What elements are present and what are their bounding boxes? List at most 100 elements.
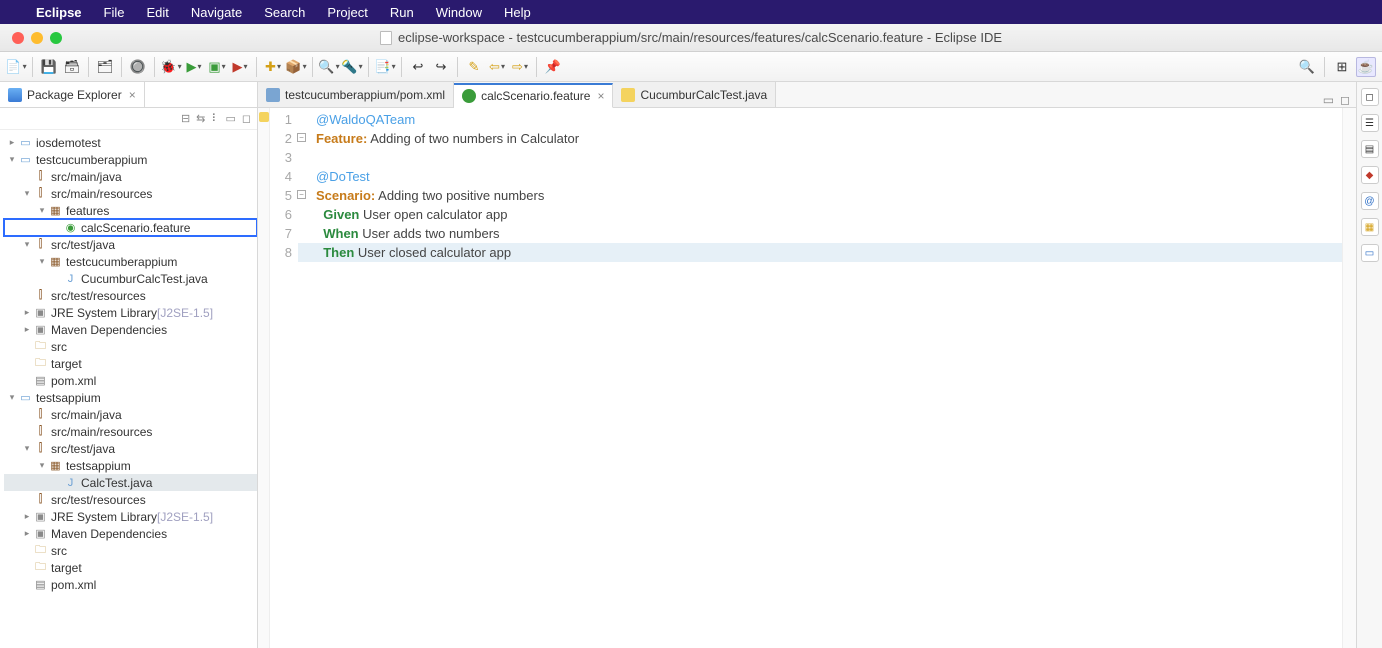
outline-view-button[interactable]: ☰ (1361, 114, 1379, 132)
fold-toggle[interactable]: − (297, 133, 306, 142)
code-line-8[interactable]: Then User closed calculator app (298, 243, 1342, 262)
open-type-button[interactable]: 🔍 (319, 57, 339, 77)
project-testcucumberappium[interactable]: ▾▭testcucumberappium (4, 151, 257, 168)
new-package-button[interactable]: 📦 (286, 57, 306, 77)
menu-window[interactable]: Window (436, 5, 482, 20)
toggle-mark-button[interactable]: 📑 (375, 57, 395, 77)
external-tools-button[interactable]: ▶ (230, 57, 250, 77)
editor-tab-cucumburcalctest-java[interactable]: CucumburCalcTest.java (613, 82, 776, 107)
tree-twisty[interactable]: ▾ (21, 239, 33, 250)
skip-breakpoints-button[interactable]: 🔘 (128, 57, 148, 77)
tree-item-pom-xml[interactable]: ▤pom.xml (4, 576, 257, 593)
menu-project[interactable]: Project (327, 5, 367, 20)
code-line-4[interactable]: @DoTest (316, 167, 1342, 186)
minimize-editor-button[interactable]: ▭ (1323, 93, 1334, 107)
tree-item-src-main-java[interactable]: ⫿src/main/java (4, 168, 257, 185)
next-annotation-button[interactable]: ↪ (431, 57, 451, 77)
prev-annotation-button[interactable]: ↩ (408, 57, 428, 77)
tree-item-src-main-resources[interactable]: ▾⫿src/main/resources (4, 185, 257, 202)
tree-item-src[interactable]: 🗀src (4, 338, 257, 355)
tree-item-src-main-resources[interactable]: ⫿src/main/resources (4, 423, 257, 440)
code-line-7[interactable]: When User adds two numbers (316, 224, 1342, 243)
bookmark-view-button[interactable]: ◆ (1361, 166, 1379, 184)
last-edit-button[interactable]: ✎ (464, 57, 484, 77)
open-perspective-button[interactable]: ⊞ (1332, 57, 1352, 77)
coverage-button[interactable]: ▣ (207, 57, 227, 77)
tree-item-pom-xml[interactable]: ▤pom.xml (4, 372, 257, 389)
menu-help[interactable]: Help (504, 5, 531, 20)
code-line-1[interactable]: @WaldoQATeam (316, 110, 1342, 129)
fold-toggle[interactable]: − (297, 190, 306, 199)
app-menu[interactable]: Eclipse (36, 5, 82, 20)
close-window-button[interactable] (12, 32, 24, 44)
collapse-all-button[interactable]: ⊟ (181, 112, 190, 125)
menu-file[interactable]: File (104, 5, 125, 20)
editor-tab-calcscenario-feature[interactable]: calcScenario.feature× (454, 83, 613, 108)
minimize-window-button[interactable] (31, 32, 43, 44)
tree-item-cucumburcalctest-java[interactable]: JCucumburCalcTest.java (4, 270, 257, 287)
maximize-editor-button[interactable]: ◻ (1340, 93, 1350, 107)
tree-twisty[interactable]: ▾ (36, 205, 48, 216)
code-line-5[interactable]: Scenario: Adding two positive numbers (316, 186, 1342, 205)
link-editor-button[interactable]: ⇆ (196, 112, 205, 125)
tree-twisty[interactable]: ▸ (21, 307, 33, 318)
tree-item-calcscenario-feature[interactable]: ◉calcScenario.feature (4, 219, 257, 236)
save-all-button[interactable]: 🗃 (62, 57, 82, 77)
run-button[interactable]: ▶ (184, 57, 204, 77)
pin-editor-button[interactable]: 📌 (543, 57, 563, 77)
tree-twisty[interactable]: ▸ (21, 324, 33, 335)
toggle-breadcrumb-button[interactable]: 🗂 (95, 57, 115, 77)
tree-item-maven-dependencies[interactable]: ▸▣Maven Dependencies (4, 321, 257, 338)
menu-search[interactable]: Search (264, 5, 305, 20)
tree-item-src-test-java[interactable]: ▾⫿src/test/java (4, 236, 257, 253)
menu-navigate[interactable]: Navigate (191, 5, 242, 20)
tree-item-maven-dependencies[interactable]: ▸▣Maven Dependencies (4, 525, 257, 542)
project-tree[interactable]: ▸▭iosdemotest▾▭testcucumberappium⫿src/ma… (0, 130, 257, 648)
search-button[interactable]: 🔦 (342, 57, 362, 77)
forward-button[interactable]: ⇨ (510, 57, 530, 77)
tree-item-src[interactable]: 🗀src (4, 542, 257, 559)
tree-item-testsappium[interactable]: ▾▦testsappium (4, 457, 257, 474)
line-number-gutter[interactable]: 12−345−678 (270, 108, 298, 648)
tree-item-features[interactable]: ▾▦features (4, 202, 257, 219)
annotation-view-button[interactable]: @ (1361, 192, 1379, 210)
tree-item-calctest-java[interactable]: JCalcTest.java (4, 474, 257, 491)
code-line-2[interactable]: Feature: Adding of two numbers in Calcul… (316, 129, 1342, 148)
maximize-window-button[interactable] (50, 32, 62, 44)
tree-item-jre-system-library[interactable]: ▸▣JRE System Library [J2SE-1.5] (4, 508, 257, 525)
save-button[interactable]: 💾 (39, 57, 59, 77)
new-button[interactable]: 📄 (6, 57, 26, 77)
close-tab-button[interactable]: × (597, 89, 604, 103)
debug-button[interactable]: 🐞 (161, 57, 181, 77)
tree-twisty[interactable]: ▾ (21, 188, 33, 199)
package-explorer-tab[interactable]: Package Explorer × (0, 82, 145, 107)
code-line-6[interactable]: Given User open calculator app (316, 205, 1342, 224)
tree-twisty[interactable]: ▾ (36, 460, 48, 471)
java-perspective-button[interactable]: ☕ (1356, 57, 1376, 77)
tree-twisty[interactable]: ▾ (21, 443, 33, 454)
code-line-3[interactable] (316, 148, 1342, 167)
minimize-view-button[interactable]: ▭ (225, 112, 235, 125)
template-view-button[interactable]: ▭ (1361, 244, 1379, 262)
back-button[interactable]: ⇦ (487, 57, 507, 77)
new-java-button[interactable]: ✚ (263, 57, 283, 77)
project-iosdemotest[interactable]: ▸▭iosdemotest (4, 134, 257, 151)
tree-twisty[interactable]: ▾ (6, 154, 18, 165)
menu-run[interactable]: Run (390, 5, 414, 20)
code-editor[interactable]: @WaldoQATeamFeature: Adding of two numbe… (298, 108, 1342, 648)
doc-view-button[interactable]: ▦ (1361, 218, 1379, 236)
search-access-button[interactable]: 🔍 (1297, 57, 1317, 77)
tree-twisty[interactable]: ▸ (21, 511, 33, 522)
tree-twisty[interactable]: ▸ (6, 137, 18, 148)
tree-twisty[interactable]: ▾ (6, 392, 18, 403)
mac-menu-bar[interactable]: Eclipse File Edit Navigate Search Projec… (0, 0, 1382, 24)
close-view-button[interactable]: × (129, 88, 136, 102)
editor-tab-testcucumberappium-pom-xml[interactable]: testcucumberappium/pom.xml (258, 82, 454, 107)
tree-twisty[interactable]: ▸ (21, 528, 33, 539)
tree-item-jre-system-library[interactable]: ▸▣JRE System Library [J2SE-1.5] (4, 304, 257, 321)
view-menu-button[interactable]: ⠇ (211, 112, 219, 125)
tree-item-src-test-resources[interactable]: ⫿src/test/resources (4, 491, 257, 508)
tree-item-src-test-java[interactable]: ▾⫿src/test/java (4, 440, 257, 457)
task-list-view-button[interactable]: ▤ (1361, 140, 1379, 158)
project-testsappium[interactable]: ▾▭testsappium (4, 389, 257, 406)
